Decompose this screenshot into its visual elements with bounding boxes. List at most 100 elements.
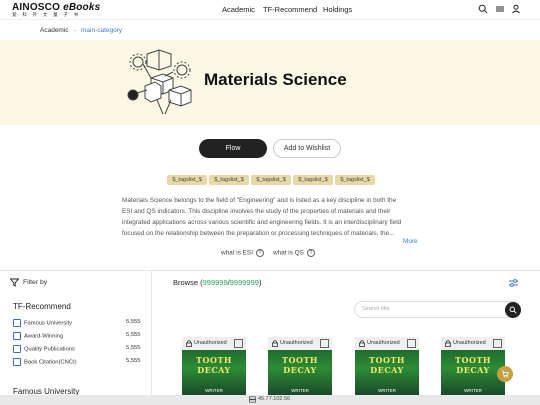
help-icon: ? [255, 249, 264, 257]
card-header: Unauthorized [182, 337, 246, 350]
filter-option-label: Famous University [24, 320, 72, 327]
tag-chip[interactable]: $_tagslist_$ [293, 175, 333, 185]
server-icon [249, 396, 256, 403]
lock-icon [186, 340, 192, 347]
filter-option-count: 5,555 [126, 319, 141, 325]
flow-button[interactable]: Flow [199, 139, 267, 158]
filter-option-count: 5,555 [126, 345, 141, 351]
nav-holdings[interactable]: Holdings [323, 5, 352, 14]
bookmark-icon[interactable] [234, 339, 243, 348]
breadcrumb-root[interactable]: Academic [40, 27, 69, 34]
access-status: Unauthorized [453, 340, 486, 346]
description-line: integrated applications across various s… [122, 219, 402, 226]
book-cover[interactable]: TOOTH DECAY WRITER [441, 350, 505, 395]
bookmark-icon[interactable] [493, 339, 502, 348]
floating-cart-button[interactable] [497, 366, 513, 382]
cart-icon [502, 370, 509, 378]
page-title: Materials Science [204, 70, 347, 89]
book-cover[interactable]: TOOTH DECAY WRITER [355, 350, 419, 395]
filter-option-count: 5,555 [126, 332, 141, 338]
tag-chip[interactable]: $_tagslist_$ [251, 175, 291, 185]
book-cover[interactable]: TOOTH DECAY WRITER [268, 350, 332, 395]
checkbox[interactable] [13, 332, 21, 340]
book-cover[interactable]: TOOTH DECAY WRITER [182, 350, 246, 395]
what-is-qs-link[interactable]: what is QS? [273, 249, 315, 257]
tag-chip[interactable]: $_tagslist_$ [335, 175, 375, 185]
user-icon[interactable] [511, 4, 521, 14]
book-card[interactable]: Unauthorized TOOTH DECAY WRITER [441, 337, 505, 395]
search-icon[interactable] [478, 4, 488, 14]
cover-title: TOOTH DECAY [369, 355, 405, 375]
book-card[interactable]: Unauthorized TOOTH DECAY WRITER [355, 337, 419, 395]
access-status: Unauthorized [367, 340, 400, 346]
filter-icon [10, 278, 19, 287]
search-button[interactable] [505, 302, 521, 318]
category-description: Materials Science belongs to the field o… [122, 195, 420, 239]
bookmark-icon[interactable] [407, 339, 416, 348]
breadcrumb-current[interactable]: main-category [81, 27, 122, 34]
browse-label: Browse [173, 278, 199, 287]
card-header: Unauthorized [268, 337, 332, 350]
browse-count-filtered: 999999 [202, 278, 228, 287]
checkbox[interactable] [13, 358, 21, 366]
ip-address: 45.77.102.56 [258, 396, 291, 402]
book-card[interactable]: Unauthorized TOOTH DECAY WRITER [268, 337, 332, 395]
search-placeholder: Search title [362, 306, 390, 312]
status-footer: 45.77.102.56 [0, 395, 540, 405]
filter-option-label: Book Citation(CNCI) [24, 359, 77, 366]
tag-chip[interactable]: $_tagslist_$ [167, 175, 207, 185]
description-line: focused on the relationship between the … [122, 230, 395, 237]
filter-by-label: Filter by [23, 279, 48, 286]
filter-option-book-citation[interactable]: Book Citation(CNCI) [13, 358, 77, 366]
filter-section-title: TF-Recommend [13, 302, 71, 311]
what-is-esi-link[interactable]: what is ESI? [221, 249, 264, 257]
card-header: Unauthorized [441, 337, 505, 350]
description-line: Materials Science belongs to the field o… [122, 197, 397, 204]
panel-divider [151, 271, 152, 395]
top-navbar: AINOSCO eBooks 爱 科 外 文 童 子 书 Academic TF… [0, 0, 540, 20]
search-icon [509, 306, 517, 314]
book-card[interactable]: Unauthorized TOOTH DECAY WRITER [182, 337, 246, 395]
filter-option-count: 5,555 [126, 358, 141, 364]
what-is-esi-label: what is ESI [221, 249, 253, 257]
browse-paren-close: ) [258, 278, 262, 287]
filter-option-famous-university[interactable]: Famous University [13, 319, 72, 327]
more-link[interactable]: More [403, 238, 418, 245]
browse-count-total: 9999999 [229, 278, 259, 287]
filter-option-label: Award-Winning [24, 333, 64, 340]
nav-academic[interactable]: Academic [222, 5, 255, 14]
cover-title: TOOTH DECAY [196, 355, 232, 375]
tag-chip[interactable]: $_tagslist_$ [209, 175, 249, 185]
cover-title: TOOTH DECAY [455, 355, 491, 375]
menu-icon[interactable] [495, 4, 505, 14]
help-icon: ? [306, 249, 315, 257]
bookmark-icon[interactable] [320, 339, 329, 348]
filter-option-award-winning[interactable]: Award-Winning [13, 332, 63, 340]
category-hero: Materials Science [0, 40, 540, 125]
cover-title: TOOTH DECAY [282, 355, 318, 375]
lock-icon [445, 340, 451, 347]
description-line: ESI and QS indicators. This discipline i… [122, 208, 391, 215]
breadcrumb-separator: - [74, 27, 77, 34]
search-input[interactable]: Search title [354, 301, 521, 318]
cover-subtitle: WRITER [291, 388, 309, 393]
cover-subtitle: WRITER [464, 388, 482, 393]
checkbox[interactable] [13, 345, 21, 353]
access-status: Unauthorized [194, 340, 227, 346]
add-to-wishlist-button[interactable]: Add to Wishlist [273, 139, 341, 158]
breadcrumb: Academic - main-category [0, 20, 540, 40]
access-status: Unauthorized [280, 340, 313, 346]
what-is-qs-label: what is QS [273, 249, 304, 257]
lock-icon [272, 340, 278, 347]
cover-subtitle: WRITER [378, 388, 396, 393]
filter-option-label: Quality Publications [24, 346, 75, 353]
sort-settings-icon[interactable] [508, 278, 519, 288]
checkbox[interactable] [13, 319, 21, 327]
section-divider [0, 270, 540, 271]
nav-tf-recommend[interactable]: TF-Recommend [263, 5, 317, 14]
brand-logo[interactable]: AINOSCO eBooks 爱 科 外 文 童 子 书 [12, 2, 100, 18]
filter-option-quality-publications[interactable]: Quality Publications [13, 345, 75, 353]
molecule-illustration-icon [127, 49, 192, 115]
card-header: Unauthorized [355, 337, 419, 350]
cover-subtitle: WRITER [205, 388, 223, 393]
